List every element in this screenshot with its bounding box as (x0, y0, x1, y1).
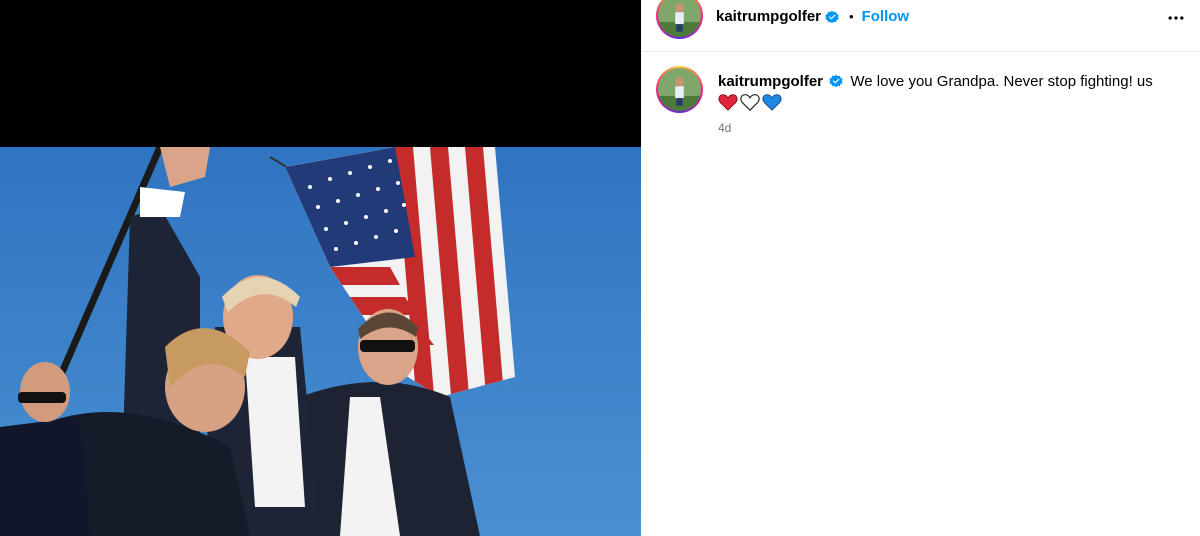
separator-dot: • (849, 9, 854, 24)
post-media[interactable] (0, 0, 641, 536)
avatar[interactable] (656, 0, 703, 39)
red-heart-icon (718, 94, 738, 111)
verified-badge-icon (825, 10, 839, 23)
more-options-icon[interactable] (1166, 8, 1186, 28)
header-username[interactable]: kaitrumpgolfer (716, 8, 821, 25)
follow-button[interactable]: Follow (862, 8, 910, 25)
post-sidebar: kaitrumpgolfer • Follow kaitrumpgolfer W… (641, 0, 1200, 536)
caption-text: We love you Grandpa. Never stop fighting… (850, 73, 1153, 90)
post-photo[interactable] (0, 147, 641, 536)
post-header: kaitrumpgolfer • Follow (641, 0, 1200, 52)
verified-badge-icon (829, 74, 843, 87)
caption-avatar[interactable] (656, 66, 703, 113)
post-caption: kaitrumpgolfer We love you Grandpa. Neve… (718, 72, 1188, 111)
avatar-image (658, 0, 701, 37)
white-heart-icon (740, 94, 760, 111)
avatar-image (658, 68, 701, 111)
caption-emojis (718, 93, 1188, 111)
caption-username[interactable]: kaitrumpgolfer (718, 73, 823, 90)
blue-heart-icon (762, 94, 782, 111)
post-timestamp[interactable]: 4d (718, 121, 731, 135)
